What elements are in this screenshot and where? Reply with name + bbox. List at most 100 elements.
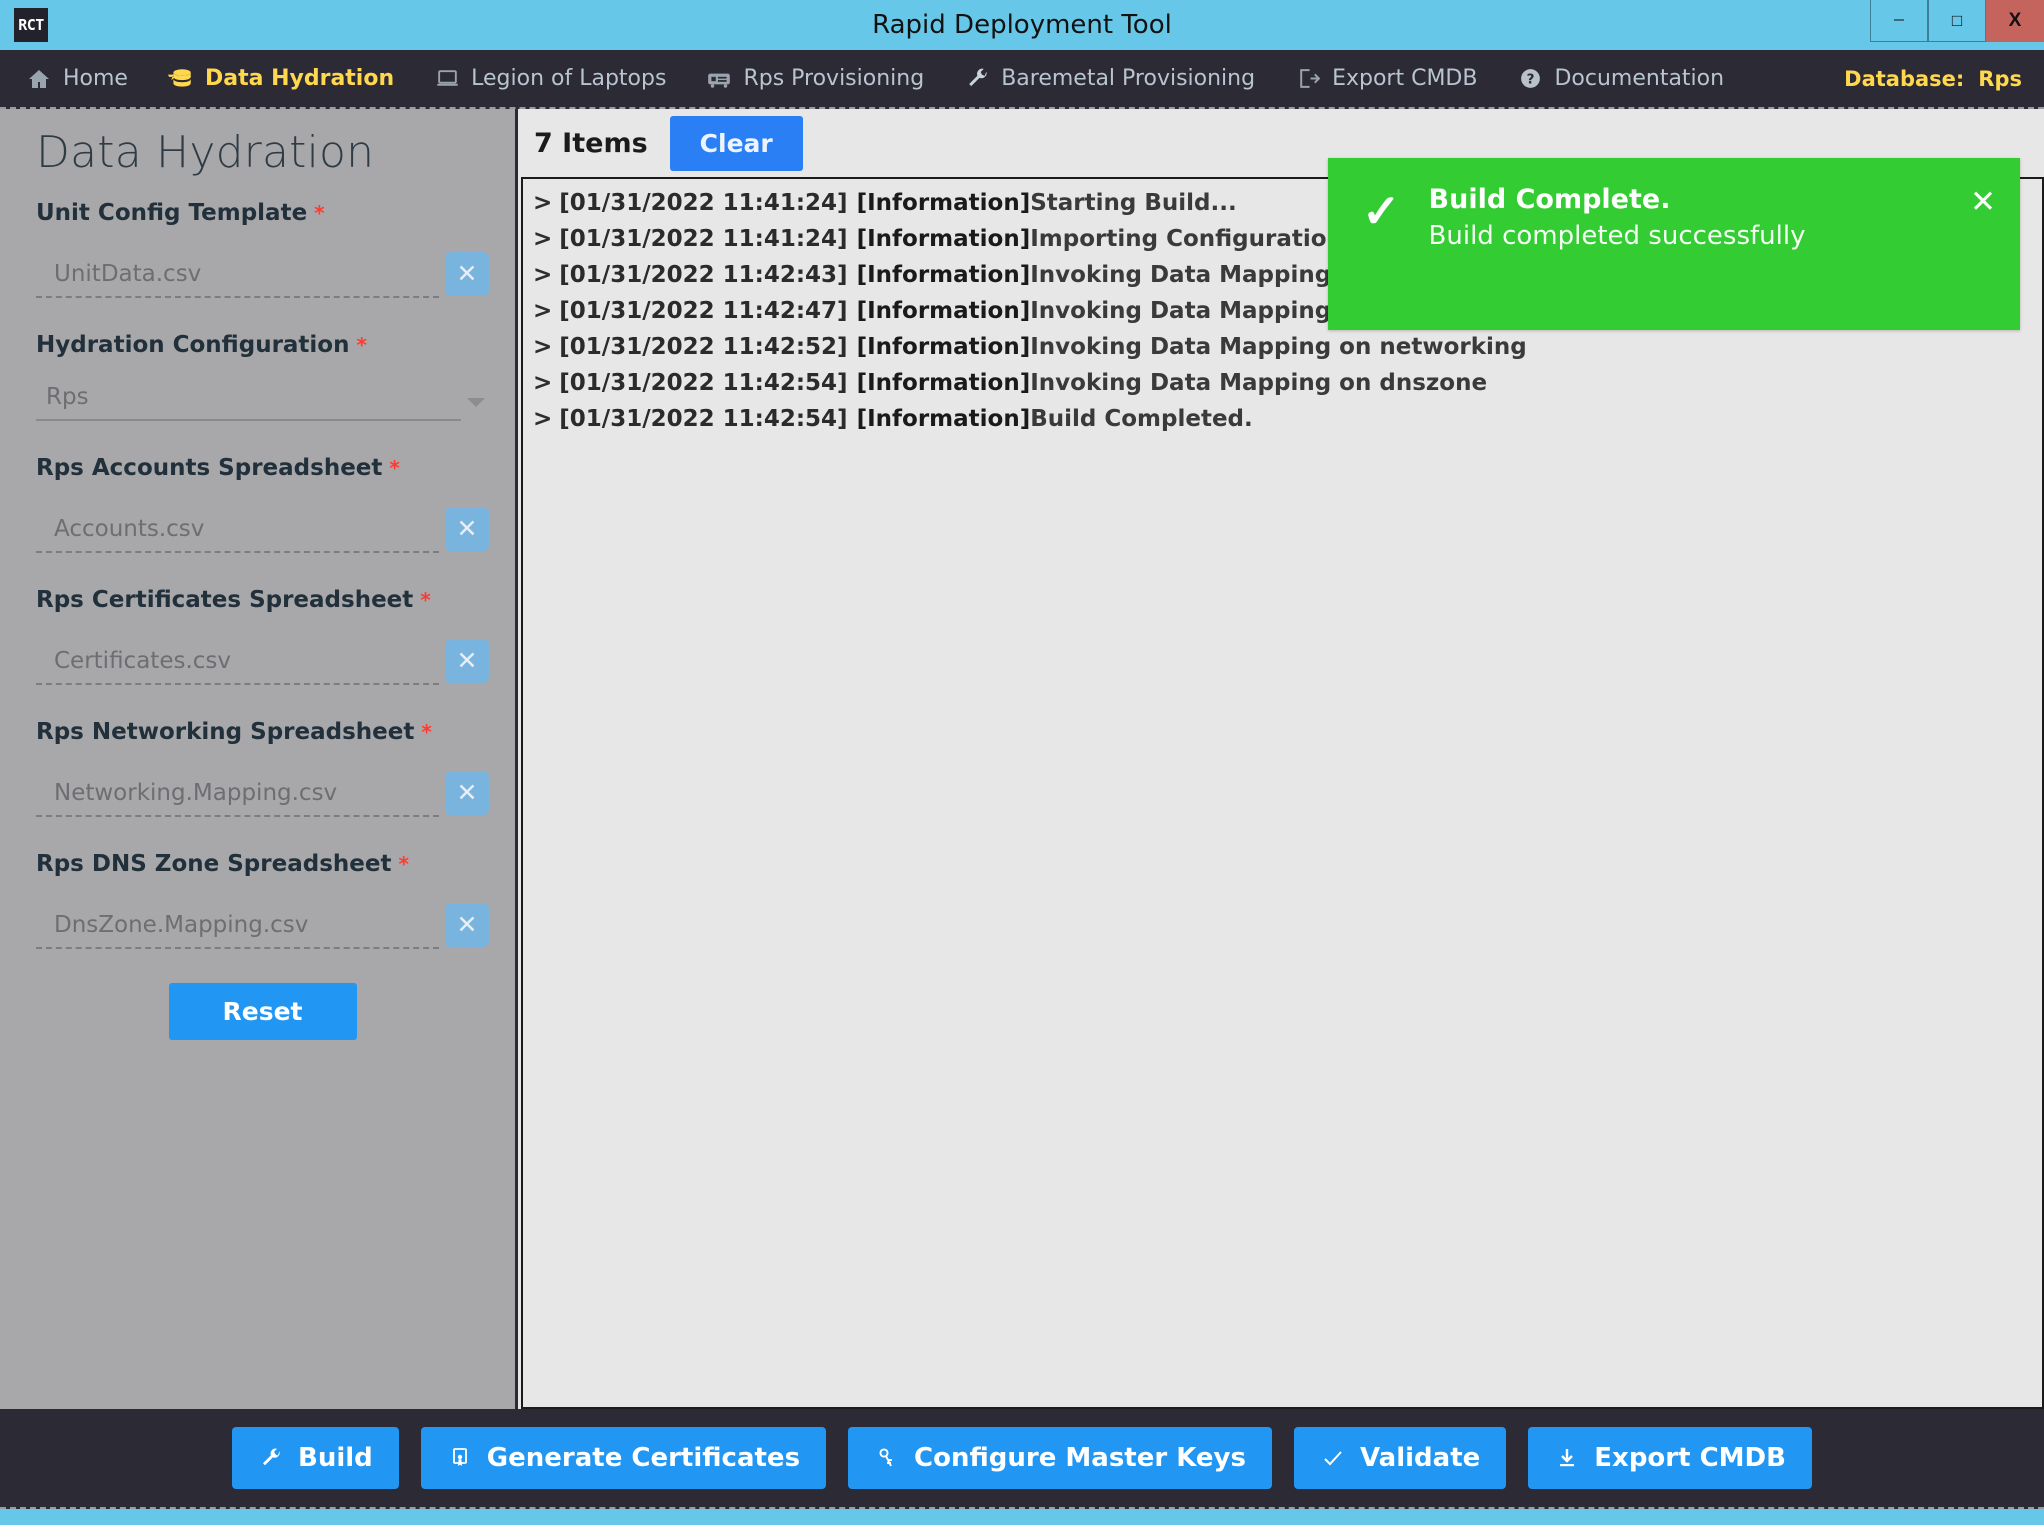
log-message: Starting Build... bbox=[1030, 190, 1237, 216]
title-bar: RCT Rapid Deployment Tool ⎯ □ X bbox=[0, 0, 2044, 50]
nav-item-export-cmdb[interactable]: Export CMDB bbox=[1295, 66, 1495, 92]
generate-certificates-button-label: Generate Certificates bbox=[486, 1443, 801, 1473]
page-title: Data Hydration bbox=[36, 127, 375, 178]
svg-text:?: ? bbox=[1527, 72, 1535, 88]
field-input-row: Networking.Mapping.csv ✕ bbox=[36, 771, 489, 817]
check-icon bbox=[1320, 1445, 1346, 1471]
clear-rps-dns-zone-spreadsheet-button[interactable]: ✕ bbox=[445, 903, 489, 947]
minimize-button[interactable]: ⎯ bbox=[1870, 0, 1928, 42]
rps-dns-zone-spreadsheet-input[interactable]: DnsZone.Mapping.csv bbox=[36, 912, 439, 949]
required-marker: * bbox=[356, 333, 367, 357]
window-bottom-edge bbox=[0, 1509, 2044, 1525]
nav-item-documentation[interactable]: ? Documentation bbox=[1517, 66, 1742, 92]
log-output-box[interactable]: > [01/31/2022 11:41:24] [Information] St… bbox=[521, 177, 2044, 1409]
clear-log-button[interactable]: Clear bbox=[669, 115, 803, 171]
log-message: Invoking Data Mapping on networking bbox=[1030, 334, 1527, 360]
nav-label-documentation: Documentation bbox=[1554, 66, 1725, 91]
close-button[interactable]: X bbox=[1986, 0, 2044, 42]
maximize-button[interactable]: □ bbox=[1928, 0, 1986, 42]
clear-rps-accounts-spreadsheet-button[interactable]: ✕ bbox=[445, 507, 489, 551]
log-entry: > [01/31/2022 11:42:54] [Information] Bu… bbox=[523, 401, 2042, 437]
app-logo-icon: RCT bbox=[14, 8, 48, 42]
clear-unit-config-template-button[interactable]: ✕ bbox=[445, 252, 489, 296]
nav-item-home[interactable]: Home bbox=[26, 66, 146, 92]
configure-master-keys-button-label: Configure Master Keys bbox=[914, 1443, 1246, 1473]
nav-item-data-hydration[interactable]: Data Hydration bbox=[167, 66, 412, 92]
rps-certificates-spreadsheet-input[interactable]: Certificates.csv bbox=[36, 648, 439, 685]
field-label-text: Rps DNS Zone Spreadsheet bbox=[36, 851, 392, 877]
toast-body: Build Complete. Build completed successf… bbox=[1429, 184, 1964, 251]
log-timestamp: [01/31/2022 11:42:47] bbox=[559, 298, 848, 324]
question-circle-icon: ? bbox=[1517, 66, 1543, 92]
required-marker: * bbox=[421, 720, 432, 744]
check-icon: ✓ bbox=[1362, 185, 1401, 237]
field-label: Rps DNS Zone Spreadsheet * bbox=[36, 851, 489, 877]
reset-button[interactable]: Reset bbox=[168, 983, 357, 1040]
field-input-row: Certificates.csv ✕ bbox=[36, 639, 489, 685]
window-title: Rapid Deployment Tool bbox=[872, 10, 1172, 40]
field-label: Rps Certificates Spreadsheet * bbox=[36, 587, 489, 613]
nav-label-legion-of-laptops: Legion of Laptops bbox=[471, 66, 667, 91]
log-message: Build Completed. bbox=[1030, 406, 1253, 432]
log-caret: > bbox=[533, 370, 553, 396]
clear-rps-certificates-spreadsheet-button[interactable]: ✕ bbox=[445, 639, 489, 683]
wrench-icon bbox=[964, 66, 990, 92]
field-label: Rps Networking Spreadsheet * bbox=[36, 719, 489, 745]
minimize-icon: ⎯ bbox=[1894, 8, 1904, 30]
export-cmdb-button-label: Export CMDB bbox=[1594, 1443, 1786, 1473]
build-button-label: Build bbox=[298, 1443, 373, 1473]
build-complete-toast[interactable]: ✓ Build Complete. Build completed succes… bbox=[1328, 158, 2020, 330]
field-hydration-configuration: Hydration Configuration * Rps bbox=[36, 332, 489, 421]
validate-button[interactable]: Validate bbox=[1293, 1427, 1507, 1489]
download-icon bbox=[1554, 1445, 1580, 1471]
log-timestamp: [01/31/2022 11:42:43] bbox=[559, 262, 848, 288]
field-label-text: Hydration Configuration bbox=[36, 332, 350, 358]
rps-networking-spreadsheet-input[interactable]: Networking.Mapping.csv bbox=[36, 780, 439, 817]
field-input-row: UnitData.csv ✕ bbox=[36, 252, 489, 298]
log-caret: > bbox=[533, 190, 553, 216]
hydration-configuration-select[interactable]: Rps bbox=[36, 384, 461, 421]
content-area: Data Hydration Unit Config Template * Un… bbox=[0, 107, 2044, 1409]
log-entry: > [01/31/2022 11:42:54] [Information] In… bbox=[523, 365, 2042, 401]
nav-label-home: Home bbox=[63, 66, 128, 91]
log-level: [Information] bbox=[856, 298, 1031, 324]
configure-master-keys-button[interactable]: Configure Master Keys bbox=[848, 1427, 1272, 1489]
nav-item-legion-of-laptops[interactable]: Legion of Laptops bbox=[434, 66, 684, 92]
nav-item-baremetal-provisioning[interactable]: Baremetal Provisioning bbox=[964, 66, 1273, 92]
database-value: Rps bbox=[1978, 66, 2022, 91]
toast-close-icon[interactable]: ✕ bbox=[1964, 186, 2002, 217]
nav-item-rps-provisioning[interactable]: Rps Provisioning bbox=[706, 66, 942, 92]
log-caret: > bbox=[533, 262, 553, 288]
log-timestamp: [01/31/2022 11:42:54] bbox=[559, 406, 848, 432]
log-level: [Information] bbox=[856, 226, 1031, 252]
log-message: Invoking Data Mapping on dnszone bbox=[1030, 370, 1488, 396]
log-level: [Information] bbox=[856, 262, 1031, 288]
field-label-text: Unit Config Template bbox=[36, 200, 308, 226]
validate-button-label: Validate bbox=[1359, 1443, 1481, 1473]
home-icon bbox=[26, 66, 52, 92]
action-bar: Build Generate Certificates Configure Ma… bbox=[0, 1409, 2044, 1509]
field-label: Rps Accounts Spreadsheet * bbox=[36, 455, 489, 481]
log-entry: > [01/31/2022 11:42:52] [Information] In… bbox=[523, 329, 2042, 365]
clear-rps-networking-spreadsheet-button[interactable]: ✕ bbox=[445, 771, 489, 815]
log-caret: > bbox=[533, 334, 553, 360]
build-button[interactable]: Build bbox=[232, 1427, 399, 1489]
log-level: [Information] bbox=[856, 370, 1031, 396]
nav-label-data-hydration: Data Hydration bbox=[204, 66, 395, 91]
field-label: Hydration Configuration * bbox=[36, 332, 489, 358]
log-caret: > bbox=[533, 298, 553, 324]
field-label-text: Rps Certificates Spreadsheet bbox=[36, 587, 414, 613]
close-icon: X bbox=[2008, 9, 2022, 31]
export-cmdb-button[interactable]: Export CMDB bbox=[1528, 1427, 1812, 1489]
log-items-count: 7 Items bbox=[534, 127, 648, 159]
field-rps-dns-zone-spreadsheet: Rps DNS Zone Spreadsheet * DnsZone.Mappi… bbox=[36, 851, 489, 949]
field-input-row: Rps bbox=[36, 384, 489, 421]
nav-label-export-cmdb: Export CMDB bbox=[1332, 66, 1478, 91]
export-arrow-icon bbox=[1295, 66, 1321, 92]
rps-accounts-spreadsheet-input[interactable]: Accounts.csv bbox=[36, 516, 439, 553]
generate-certificates-button[interactable]: Generate Certificates bbox=[420, 1427, 827, 1489]
server-rack-icon bbox=[706, 66, 732, 92]
unit-config-template-input[interactable]: UnitData.csv bbox=[36, 261, 439, 298]
chevron-down-icon[interactable] bbox=[467, 398, 485, 407]
app-window: RCT Rapid Deployment Tool ⎯ □ X Home Dat… bbox=[0, 0, 2044, 1525]
